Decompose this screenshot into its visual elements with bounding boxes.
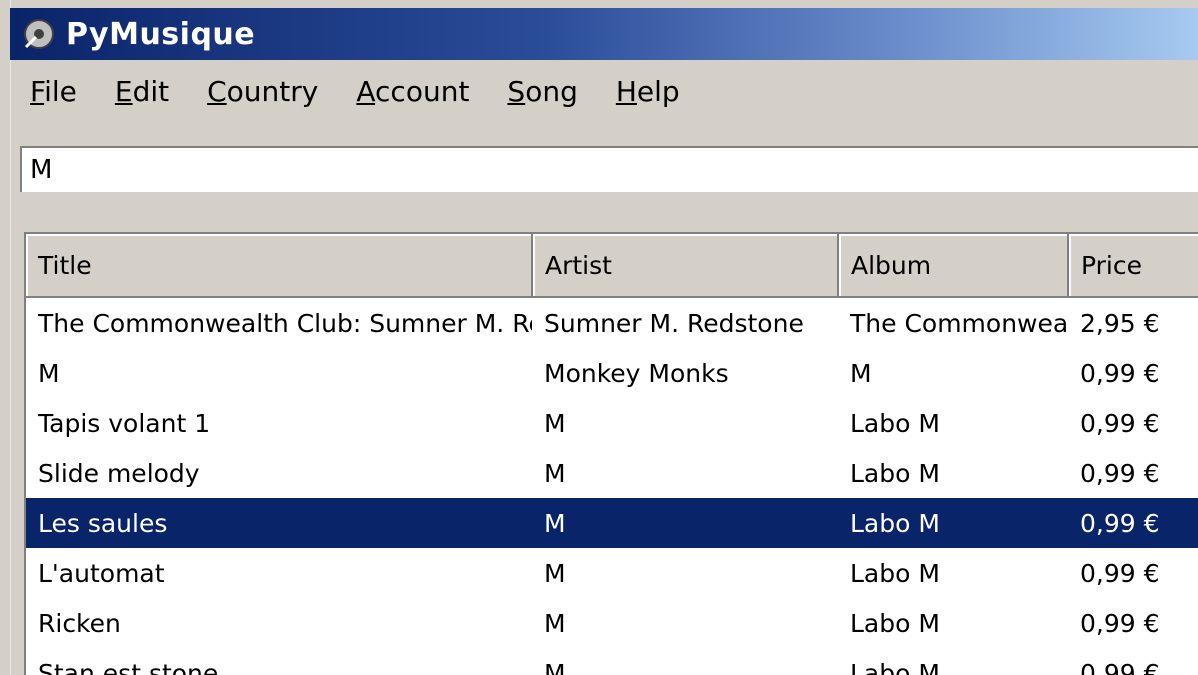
- table-row[interactable]: Ricken M Labo M 0,99 €: [26, 598, 1198, 648]
- cell-artist: Sumner M. Redstone: [544, 308, 804, 338]
- results-table: Title Artist Album Price The Commonwealt…: [26, 234, 1198, 675]
- table-row[interactable]: M Monkey Monks M 0,99 €: [26, 348, 1198, 398]
- cell-artist: M: [544, 608, 566, 638]
- cell-artist: M: [544, 658, 566, 675]
- cell-title: The Commonwealth Club: Sumner M. Re: [38, 308, 532, 338]
- cell-price: 0,99 €: [1080, 358, 1160, 388]
- cell-album: Labo M: [838, 498, 1068, 548]
- menu-file[interactable]: File: [10, 64, 95, 120]
- cell-price: 0,99 €: [1080, 458, 1160, 488]
- cell-price: 0,99 €: [1080, 658, 1160, 675]
- cell-price: 0,99 €: [1080, 608, 1160, 638]
- menu-bar: File Edit Country Account Song Help: [10, 64, 1198, 120]
- table-row[interactable]: L'automat M Labo M 0,99 €: [26, 548, 1198, 598]
- cell-artist: M: [544, 458, 566, 488]
- menu-edit[interactable]: Edit: [95, 64, 187, 120]
- menu-account[interactable]: Account: [336, 64, 487, 120]
- cell-album: Labo M: [850, 408, 940, 438]
- cell-price: 0,99 €: [1080, 408, 1160, 438]
- cell-title: L'automat: [38, 558, 165, 588]
- column-header-artist[interactable]: Artist: [532, 234, 839, 298]
- cell-album: The Commonweal: [850, 308, 1068, 338]
- cell-album: M: [850, 358, 872, 388]
- menu-help[interactable]: Help: [596, 64, 698, 120]
- cell-title: Ricken: [38, 608, 121, 638]
- table-row[interactable]: Slide melody M Labo M 0,99 €: [26, 448, 1198, 498]
- cell-artist: M: [532, 498, 838, 548]
- window-title: PyMusique: [66, 16, 256, 52]
- app-window: PyMusique File Edit Country Account Song…: [0, 0, 1198, 675]
- cell-price: 2,95 €: [1080, 308, 1160, 338]
- table-row-selected[interactable]: Les saules M Labo M 0,99 €: [26, 498, 1198, 548]
- cell-album: Labo M: [850, 608, 940, 638]
- table-row[interactable]: The Commonwealth Club: Sumner M. Re Sumn…: [26, 297, 1198, 348]
- cell-album: Labo M: [850, 558, 940, 588]
- cell-title: Stan est stone: [38, 658, 219, 675]
- menu-song[interactable]: Song: [487, 64, 595, 120]
- search-input[interactable]: [22, 148, 1198, 192]
- table-row[interactable]: Stan est stone M Labo M 0,99 €: [26, 648, 1198, 675]
- table-header-row: Title Artist Album Price: [26, 234, 1198, 298]
- cell-price: 0,99 €: [1068, 498, 1198, 548]
- cell-title: M: [38, 358, 60, 388]
- cell-title: Les saules: [26, 498, 532, 548]
- cell-artist: M: [544, 408, 566, 438]
- table-row[interactable]: Tapis volant 1 M Labo M 0,99 €: [26, 398, 1198, 448]
- cell-price: 0,99 €: [1080, 558, 1160, 588]
- results-table-frame: Title Artist Album Price The Commonwealt…: [24, 232, 1198, 675]
- cell-artist: M: [544, 558, 566, 588]
- cell-artist: Monkey Monks: [544, 358, 729, 388]
- menu-country[interactable]: Country: [187, 64, 336, 120]
- column-header-title[interactable]: Title: [26, 234, 533, 298]
- app-icon: [24, 19, 54, 49]
- cell-album: Labo M: [850, 658, 940, 675]
- column-header-price[interactable]: Price: [1068, 234, 1198, 298]
- search-field-frame: [20, 146, 1198, 192]
- cell-title: Tapis volant 1: [38, 408, 211, 438]
- column-header-album[interactable]: Album: [838, 234, 1069, 298]
- cell-title: Slide melody: [38, 458, 200, 488]
- cell-album: Labo M: [850, 458, 940, 488]
- title-bar[interactable]: PyMusique: [10, 8, 1198, 60]
